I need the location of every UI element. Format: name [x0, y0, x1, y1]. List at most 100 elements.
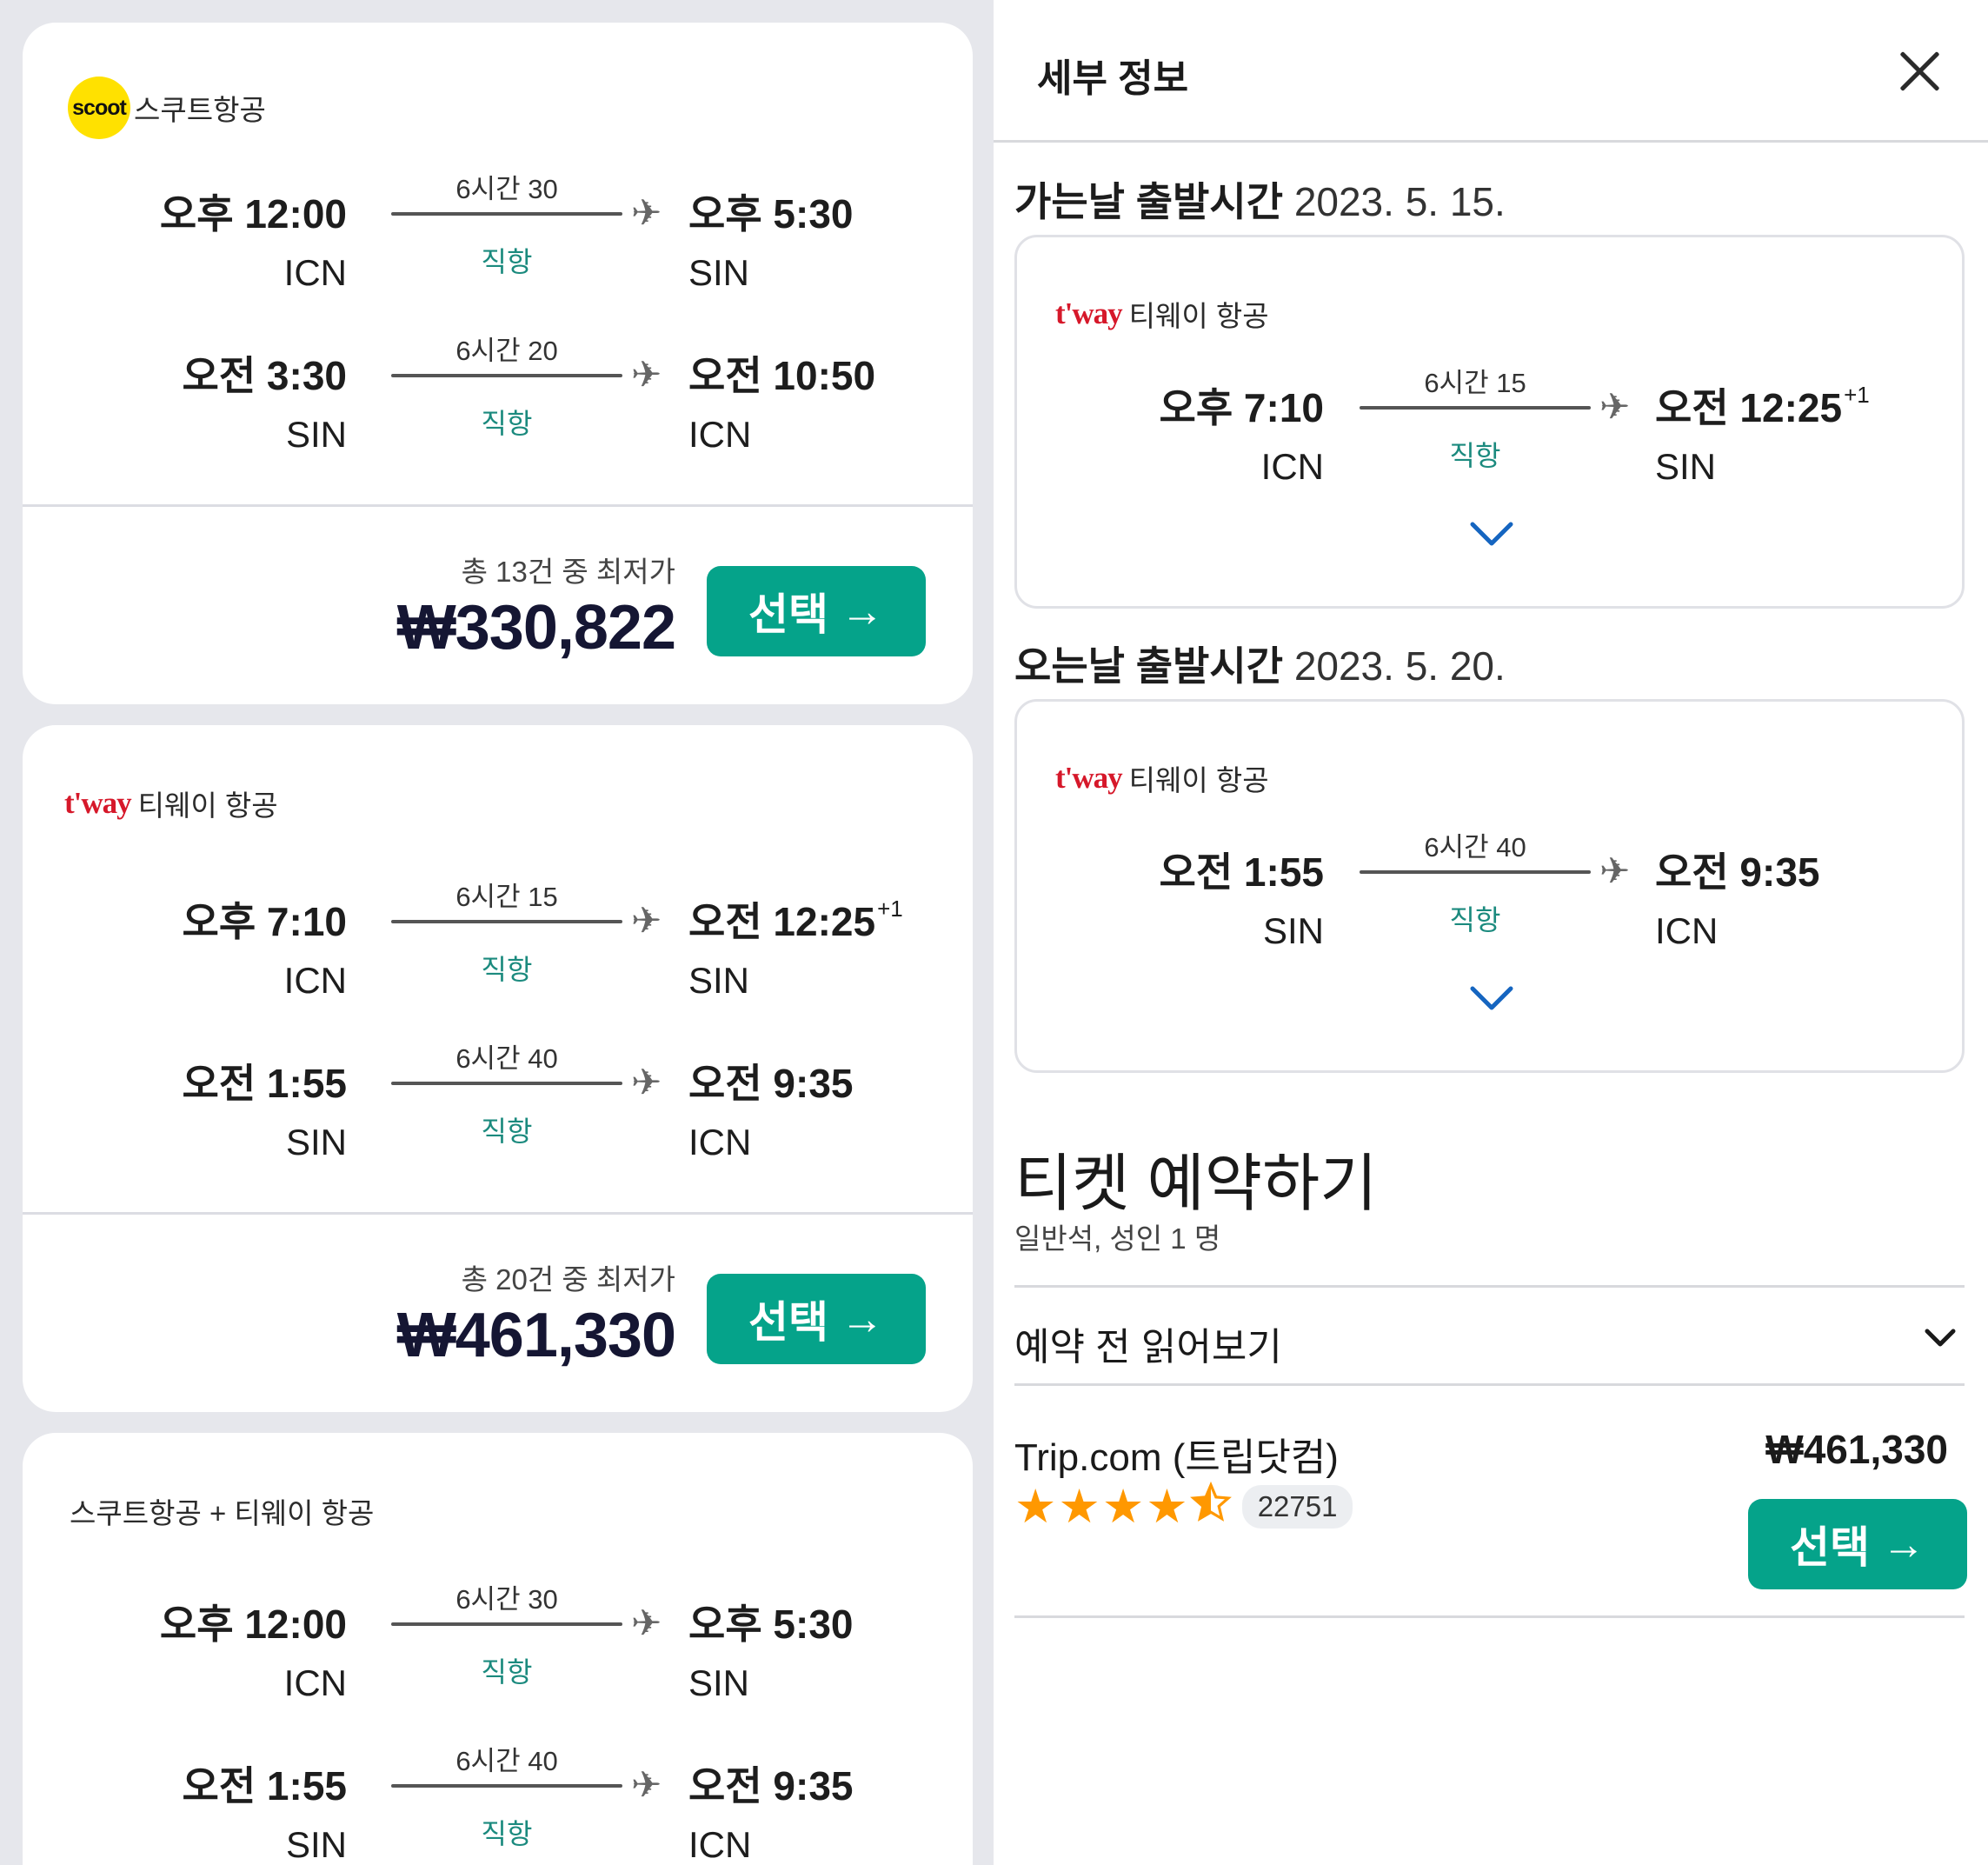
result-card[interactable]: 스쿠트항공 + 티웨이 항공 오후 12:00 ICN 6시간 30 ✈ 직항 …	[23, 1433, 973, 1865]
inbound-heading: 오는날 출발시간 2023. 5. 20.	[1014, 635, 1506, 692]
chevron-down-icon[interactable]	[1467, 980, 1516, 1015]
flight-duration: 6시간 30	[455, 1584, 558, 1615]
flight-leg: 오전 1:55 SIN 6시간 40 ✈ 직항 오전 9:35 ICN	[23, 1737, 973, 1865]
tway-logo: t'way	[64, 786, 132, 820]
price-label: 총 20건 중 최저가	[461, 1263, 675, 1296]
close-icon[interactable]	[1894, 45, 1946, 97]
outbound-flight-card: t'way 티웨이 항공 오후 7:10 ICN 6시간 15 ✈ 직항 오전 …	[1014, 235, 1965, 609]
chevron-down-icon[interactable]	[1467, 516, 1516, 550]
arrival-airport: SIN	[1655, 446, 1717, 487]
flight-duration: 6시간 40	[455, 1746, 558, 1776]
departure-time: 오전 1:55	[1159, 849, 1325, 895]
departure-time: 오전 1:55	[182, 1763, 348, 1808]
price-footer: 총 13건 중 최저가 ₩330,822 선택 →	[23, 504, 973, 704]
route-line	[391, 1784, 622, 1788]
arrival-time-value: 오전 10:50	[688, 353, 876, 398]
next-day-badge: +1	[877, 895, 903, 922]
flight-leg: 오후 7:10 ICN 6시간 15 ✈ 직항 오전 12:25+1 SIN	[1017, 359, 1967, 521]
airline-row: scoot 스쿠트항공	[23, 73, 973, 143]
flight-duration: 6시간 15	[455, 882, 558, 912]
flight-leg: 오전 1:55 SIN 6시간 40 ✈ 직항 오전 9:35 ICN	[1017, 823, 1967, 985]
outbound-heading: 가는날 출발시간 2023. 5. 15.	[1014, 170, 1506, 228]
route-line	[1360, 870, 1591, 874]
arrow-right-icon: →	[841, 587, 884, 636]
arrival-time: 오전 9:35	[688, 1052, 854, 1109]
details-header: 세부 정보	[994, 0, 1988, 143]
booking-title: 티켓 예약하기	[1014, 1149, 1378, 1219]
departure-time: 오전 1:55	[182, 1061, 348, 1106]
arrival-time: 오전 12:25+1	[1655, 376, 1870, 434]
star-icon: ★	[1101, 1480, 1145, 1533]
departure-time: 오후 7:10	[182, 899, 348, 944]
plane-icon: ✈	[631, 900, 662, 941]
inbound-flight-card: t'way 티웨이 항공 오전 1:55 SIN 6시간 40 ✈ 직항 오전 …	[1014, 699, 1965, 1073]
stops-label: 직항	[1449, 440, 1501, 471]
review-count: 22751	[1241, 1484, 1353, 1529]
stops-label: 직항	[481, 1656, 533, 1688]
arrival-airport: ICN	[688, 1824, 752, 1865]
inbound-label: 오는날 출발시간	[1014, 643, 1284, 689]
plane-icon: ✈	[631, 354, 662, 395]
airline-row: t'way 티웨이 항공	[1017, 743, 1269, 813]
airline-row: t'way 티웨이 항공	[1017, 279, 1269, 349]
route-line	[1360, 406, 1591, 410]
departure-airport: ICN	[283, 252, 347, 293]
flight-duration: 6시간 30	[455, 174, 558, 204]
price-label: 총 13건 중 최저가	[461, 556, 675, 588]
arrival-time-value: 오전 12:25	[688, 899, 876, 944]
route-line	[391, 920, 622, 923]
plane-icon: ✈	[631, 1764, 662, 1805]
select-button-label: 선택	[1790, 1523, 1870, 1572]
arrival-airport: SIN	[688, 960, 750, 1001]
read-before-booking-toggle[interactable]: 예약 전 읽어보기	[1014, 1285, 1965, 1386]
chevron-down-icon	[1923, 1324, 1958, 1355]
tway-logo: t'way	[1055, 296, 1123, 330]
flight-leg: 오후 7:10 ICN 6시간 15 ✈ 직항 오전 12:25+1 SIN	[23, 873, 973, 1035]
details-title: 세부 정보	[1037, 57, 1189, 100]
details-panel: 세부 정보 가는날 출발시간 2023. 5. 15. t'way 티웨이 항공…	[994, 0, 1988, 1865]
arrival-time: 오후 5:30	[688, 183, 854, 240]
plane-icon: ✈	[1599, 386, 1631, 427]
result-card[interactable]: t'way 티웨이 항공 오후 7:10 ICN 6시간 15 ✈ 직항 오전 …	[23, 725, 973, 1412]
departure-airport: ICN	[1260, 446, 1324, 487]
airline-name: 티웨이 항공	[1128, 300, 1269, 332]
stops-label: 직항	[481, 954, 533, 985]
arrival-time: 오후 5:30	[688, 1593, 854, 1650]
arrival-time: 오전 12:25+1	[688, 890, 903, 948]
airline-name: 스쿠트항공	[134, 94, 266, 126]
arrow-right-icon: →	[841, 1295, 884, 1343]
arrival-airport: ICN	[688, 1122, 752, 1162]
outbound-date: 2023. 5. 15.	[1293, 179, 1506, 224]
airline-row: t'way 티웨이 항공	[23, 769, 973, 838]
stops-label: 직항	[481, 1818, 533, 1849]
arrival-time-value: 오후 5:30	[688, 1602, 854, 1647]
stops-label: 직항	[481, 246, 533, 277]
departure-time: 오전 3:30	[182, 353, 348, 398]
arrival-time-value: 오전 9:35	[688, 1061, 854, 1106]
select-button[interactable]: 선택 →	[707, 1274, 926, 1364]
flight-duration: 6시간 40	[455, 1043, 558, 1074]
price-value: ₩330,822	[396, 593, 676, 663]
provider-select-button[interactable]: 선택 →	[1748, 1499, 1967, 1589]
price-footer: 총 20건 중 최저가 ₩461,330 선택 →	[23, 1212, 973, 1412]
outbound-label: 가는날 출발시간	[1014, 179, 1284, 224]
scoot-logo: scoot	[68, 77, 130, 139]
read-before-label: 예약 전 읽어보기	[1014, 1326, 1282, 1369]
result-card[interactable]: scoot 스쿠트항공 오후 12:00 ICN 6시간 30 ✈ 직항 오후 …	[23, 23, 973, 704]
departure-airport: SIN	[285, 414, 347, 455]
flight-duration: 6시간 40	[1424, 832, 1526, 863]
select-button[interactable]: 선택 →	[707, 566, 926, 656]
arrow-right-icon: →	[1882, 1520, 1925, 1569]
departure-time: 오후 12:00	[159, 191, 347, 236]
inbound-date: 2023. 5. 20.	[1293, 643, 1506, 689]
plane-icon: ✈	[631, 1602, 662, 1643]
tway-logo: t'way	[1055, 761, 1123, 795]
arrival-time: 오전 9:35	[688, 1755, 854, 1812]
arrival-time-value: 오후 5:30	[688, 191, 854, 236]
airline-name: 티웨이 항공	[1128, 764, 1269, 796]
results-list: scoot 스쿠트항공 오후 12:00 ICN 6시간 30 ✈ 직항 오후 …	[0, 0, 994, 1865]
departure-time: 오후 12:00	[159, 1602, 347, 1647]
route-line	[391, 374, 622, 377]
stops-label: 직항	[481, 1116, 533, 1147]
select-button-label: 선택	[748, 590, 828, 639]
